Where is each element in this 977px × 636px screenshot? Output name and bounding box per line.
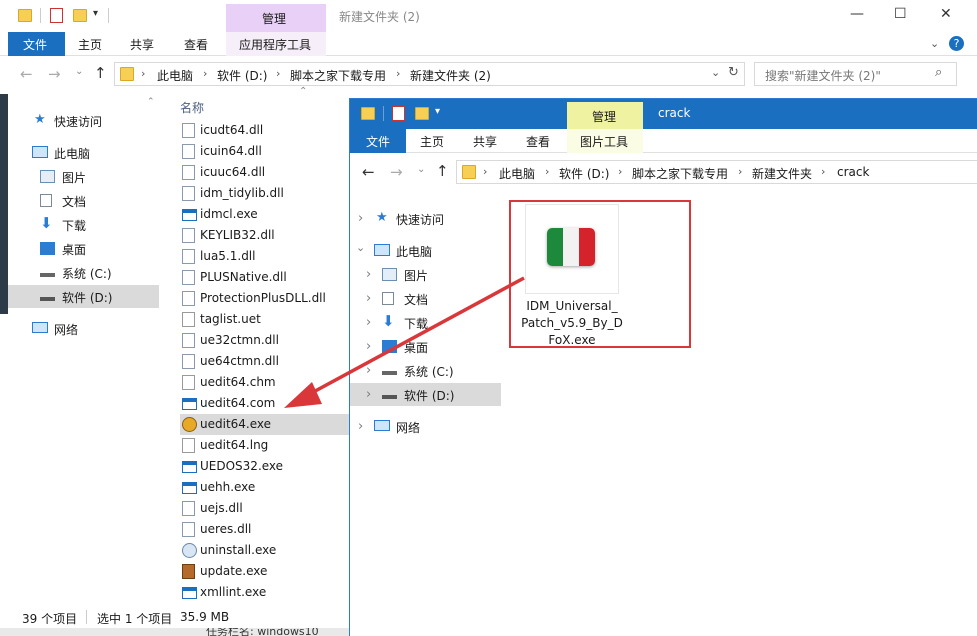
arrow-head — [284, 382, 322, 408]
arrow-shaft — [305, 276, 525, 398]
annotation-arrow — [284, 276, 525, 408]
